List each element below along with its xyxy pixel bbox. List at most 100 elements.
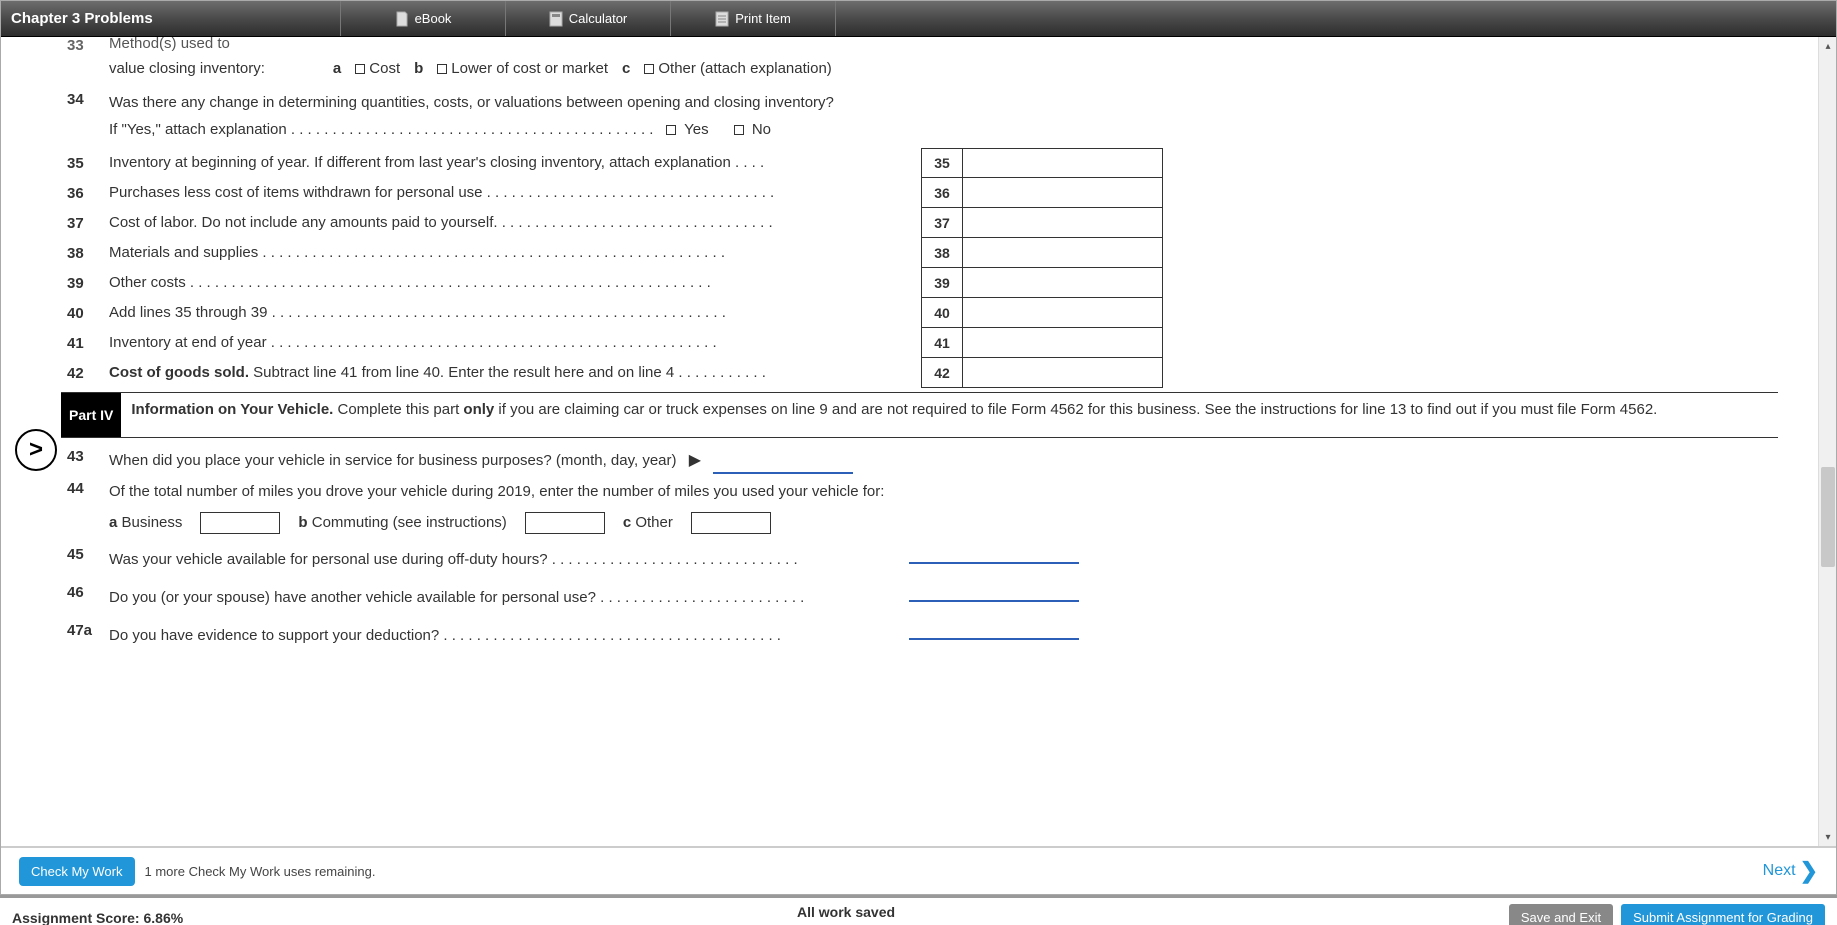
action-bar: Check My Work 1 more Check My Work uses …	[1, 846, 1836, 894]
line-44-a-input[interactable]	[200, 512, 280, 534]
line-47a-input[interactable]	[909, 622, 1079, 640]
line-47a-text: Do you have evidence to support your ded…	[109, 624, 909, 648]
line-44-a-letter: a	[109, 514, 117, 531]
side-nav-next[interactable]: >	[15, 429, 57, 471]
line-42-number: 42	[61, 365, 109, 382]
chapter-title: Chapter 3 Problems	[1, 1, 341, 36]
line-34-sub: If "Yes," attach explanation . . . . . .…	[109, 121, 653, 138]
line-42-lead: Cost of goods sold.	[109, 364, 249, 381]
line-46-number: 46	[61, 584, 109, 601]
print-button[interactable]: Print Item	[671, 1, 836, 36]
line-33-c-label: Other (attach explanation)	[658, 60, 831, 77]
line-44-c-label: Other	[635, 514, 673, 531]
box-36-value[interactable]	[963, 178, 1163, 208]
line-43-label: When did you place your vehicle in servi…	[109, 452, 677, 469]
line-35-text: Inventory at beginning of year. If diffe…	[109, 151, 921, 175]
line-33-lead: value closing inventory:	[109, 60, 265, 77]
part-iv-tag: Part IV	[61, 393, 121, 437]
box-39-value[interactable]	[963, 268, 1163, 298]
checkbox-no[interactable]	[734, 125, 744, 135]
line-33-b-label: Lower of cost or market	[451, 60, 608, 77]
line-41-text: Inventory at end of year . . . . . . . .…	[109, 331, 921, 355]
calculator-label: Calculator	[569, 11, 628, 26]
box-40-value[interactable]	[963, 298, 1163, 328]
page-footer: Assignment Score: 6.86% All work saved S…	[0, 895, 1837, 925]
checkbox-cost[interactable]	[355, 64, 365, 74]
line-42-text: Cost of goods sold. Subtract line 41 fro…	[109, 361, 921, 385]
line-44-c-input[interactable]	[691, 512, 771, 534]
top-toolbar: Chapter 3 Problems eBook Calculator Prin…	[1, 1, 1836, 37]
part-iv-lead: Information on Your Vehicle.	[131, 401, 333, 418]
line-37-text: Cost of labor. Do not include any amount…	[109, 211, 921, 235]
part-iv-description: Information on Your Vehicle. Complete th…	[121, 393, 1667, 437]
book-icon	[395, 11, 409, 27]
line-33-c-letter: c	[622, 60, 630, 77]
line-43-number: 43	[61, 448, 109, 465]
line-35-number: 35	[61, 155, 109, 172]
checkbox-other[interactable]	[644, 64, 654, 74]
assignment-score: Assignment Score: 6.86%	[12, 910, 183, 925]
box-39-num: 39	[921, 268, 963, 298]
box-38-value[interactable]	[963, 238, 1163, 268]
checkbox-yes[interactable]	[666, 125, 676, 135]
scroll-down-arrow[interactable]: ▾	[1819, 828, 1836, 846]
line-44-a-label: Business	[122, 514, 183, 531]
box-36-num: 36	[921, 178, 963, 208]
calculator-icon	[549, 11, 563, 27]
yes-label: Yes	[684, 121, 708, 138]
save-status: All work saved	[183, 904, 1509, 920]
line-44-b-input[interactable]	[525, 512, 605, 534]
line-33-a-label: Cost	[369, 60, 400, 77]
part-iv-mid2: if you are claiming car or truck expense…	[494, 401, 1657, 418]
line-44-b-label: Commuting (see instructions)	[312, 514, 507, 531]
check-remaining-text: 1 more Check My Work uses remaining.	[145, 864, 376, 879]
line-44-c-letter: c	[623, 514, 631, 531]
no-label: No	[752, 121, 771, 138]
box-41-num: 41	[921, 328, 963, 358]
arrow-right-icon: ▶	[689, 452, 701, 469]
box-41-value[interactable]	[963, 328, 1163, 358]
cost-of-goods-table: 35 Inventory at beginning of year. If di…	[61, 148, 1778, 388]
line-40-text: Add lines 35 through 39 . . . . . . . . …	[109, 301, 921, 325]
line-39-number: 39	[61, 275, 109, 292]
print-label: Print Item	[735, 11, 791, 26]
line-47a-row: Do you have evidence to support your ded…	[109, 622, 1778, 648]
scroll-up-arrow[interactable]: ▴	[1819, 37, 1836, 55]
line-37-number: 37	[61, 215, 109, 232]
line-33-a-letter: a	[333, 60, 341, 77]
line-44-number: 44	[61, 480, 109, 497]
line-36-number: 36	[61, 185, 109, 202]
save-exit-button[interactable]: Save and Exit	[1509, 904, 1613, 925]
scroll-thumb[interactable]	[1821, 467, 1835, 567]
line-46-input[interactable]	[909, 584, 1079, 602]
line-41-number: 41	[61, 335, 109, 352]
line-44-b-letter: b	[298, 514, 307, 531]
line-38-number: 38	[61, 245, 109, 262]
submit-button[interactable]: Submit Assignment for Grading	[1621, 904, 1825, 925]
ebook-button[interactable]: eBook	[341, 1, 506, 36]
checkbox-lower-cost[interactable]	[437, 64, 447, 74]
next-button[interactable]: Next ❯	[1763, 858, 1818, 884]
box-37-num: 37	[921, 208, 963, 238]
line-43-text: When did you place your vehicle in servi…	[109, 448, 1778, 474]
line-44-text: Of the total number of miles you drove y…	[109, 480, 1778, 504]
line-34-text: Was there any change in determining quan…	[109, 91, 1778, 115]
line-47a-number: 47a	[61, 622, 109, 639]
line-45-number: 45	[61, 546, 109, 563]
line-33-b-letter: b	[414, 60, 423, 77]
chevron-right-icon: ❯	[1800, 858, 1818, 884]
line-43-input[interactable]	[713, 456, 853, 474]
calculator-button[interactable]: Calculator	[506, 1, 671, 36]
vertical-scrollbar[interactable]: ▴ ▾	[1818, 37, 1836, 846]
box-35-num: 35	[921, 148, 963, 178]
box-42-num: 42	[921, 358, 963, 388]
line-45-input[interactable]	[909, 546, 1079, 564]
part-iv-only: only	[463, 401, 494, 418]
box-42-value[interactable]	[963, 358, 1163, 388]
box-37-value[interactable]	[963, 208, 1163, 238]
print-icon	[715, 11, 729, 27]
box-35-value[interactable]	[963, 148, 1163, 178]
line-42-rest: Subtract line 41 from line 40. Enter the…	[249, 364, 766, 381]
line-39-text: Other costs . . . . . . . . . . . . . . …	[109, 271, 921, 295]
check-my-work-button[interactable]: Check My Work	[19, 857, 135, 886]
